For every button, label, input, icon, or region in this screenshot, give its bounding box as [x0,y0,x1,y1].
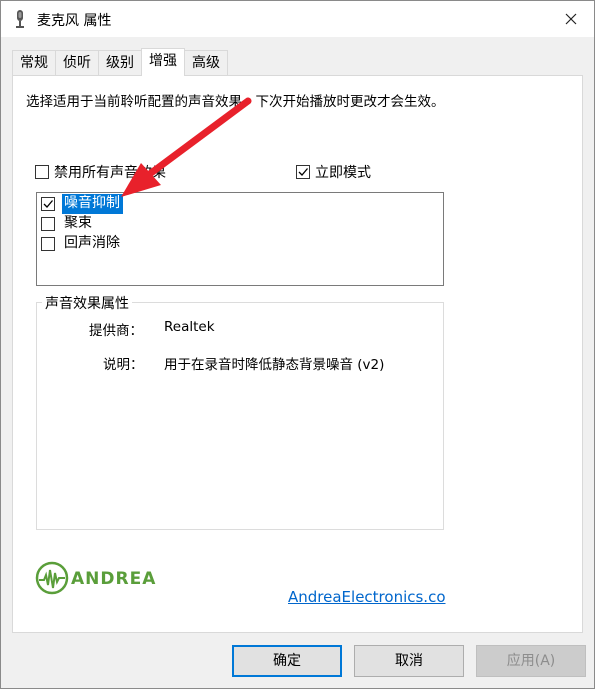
cancel-button[interactable]: 取消 [354,645,464,677]
disable-all-label[interactable]: 禁用所有声音效果 [54,162,166,182]
immediate-mode-checkbox[interactable] [296,165,310,179]
tab-general[interactable]: 常规 [12,50,56,76]
checkmark-icon [298,168,308,176]
effect-checkbox[interactable] [41,217,55,231]
disable-all-checkbox[interactable] [35,165,49,179]
properties-window: 麦克风 属性 常规 侦听 级别 增强 高级 选择适用于当前聆听配置的声音效果。下… [0,0,595,689]
effect-beamforming[interactable]: 聚束 [41,214,241,234]
effect-echo-cancellation[interactable]: 回声消除 [41,234,241,254]
provider-value: Realtek [164,319,215,335]
effect-noise-suppression[interactable]: 噪音抑制 [41,194,241,214]
immediate-mode-label[interactable]: 立即模式 [315,162,371,182]
ok-button[interactable]: 确定 [232,645,342,677]
title-bar: 麦克风 属性 [1,1,594,37]
tab-enhancements[interactable]: 增强 [141,48,185,76]
effect-label: 噪音抑制 [62,194,123,214]
close-button[interactable] [548,1,594,37]
andrea-logo-text: ANDREA [71,569,156,589]
vendor-link[interactable]: AndreaElectronics.co [288,588,446,606]
effect-properties-legend: 声音效果属性 [42,293,132,313]
effects-list[interactable]: 噪音抑制 聚束 回声消除 [36,192,444,286]
checkmark-icon [43,200,53,208]
andrea-logo: ANDREA [35,561,156,595]
window-title: 麦克风 属性 [37,13,112,29]
provider-label: 提供商： [89,323,143,339]
description-label: 说明： [103,357,144,373]
effect-label: 回声消除 [64,235,120,251]
tab-levels[interactable]: 级别 [98,50,142,76]
tab-listen[interactable]: 侦听 [55,50,99,76]
effect-checkbox[interactable] [41,197,55,211]
tab-advanced[interactable]: 高级 [184,50,228,76]
description-value: 用于在录音时降低静态背景噪音 (v2) [164,357,385,373]
tab-strip: 常规 侦听 级别 增强 高级 [12,48,228,76]
microphone-icon [16,10,24,28]
effect-label: 聚束 [64,215,92,231]
apply-button[interactable]: 应用(A) [476,645,586,677]
close-icon [565,13,577,25]
effect-checkbox[interactable] [41,237,55,251]
enhancements-description: 选择适用于当前聆听配置的声音效果。下次开始播放时更改才会生效。 [26,94,445,110]
